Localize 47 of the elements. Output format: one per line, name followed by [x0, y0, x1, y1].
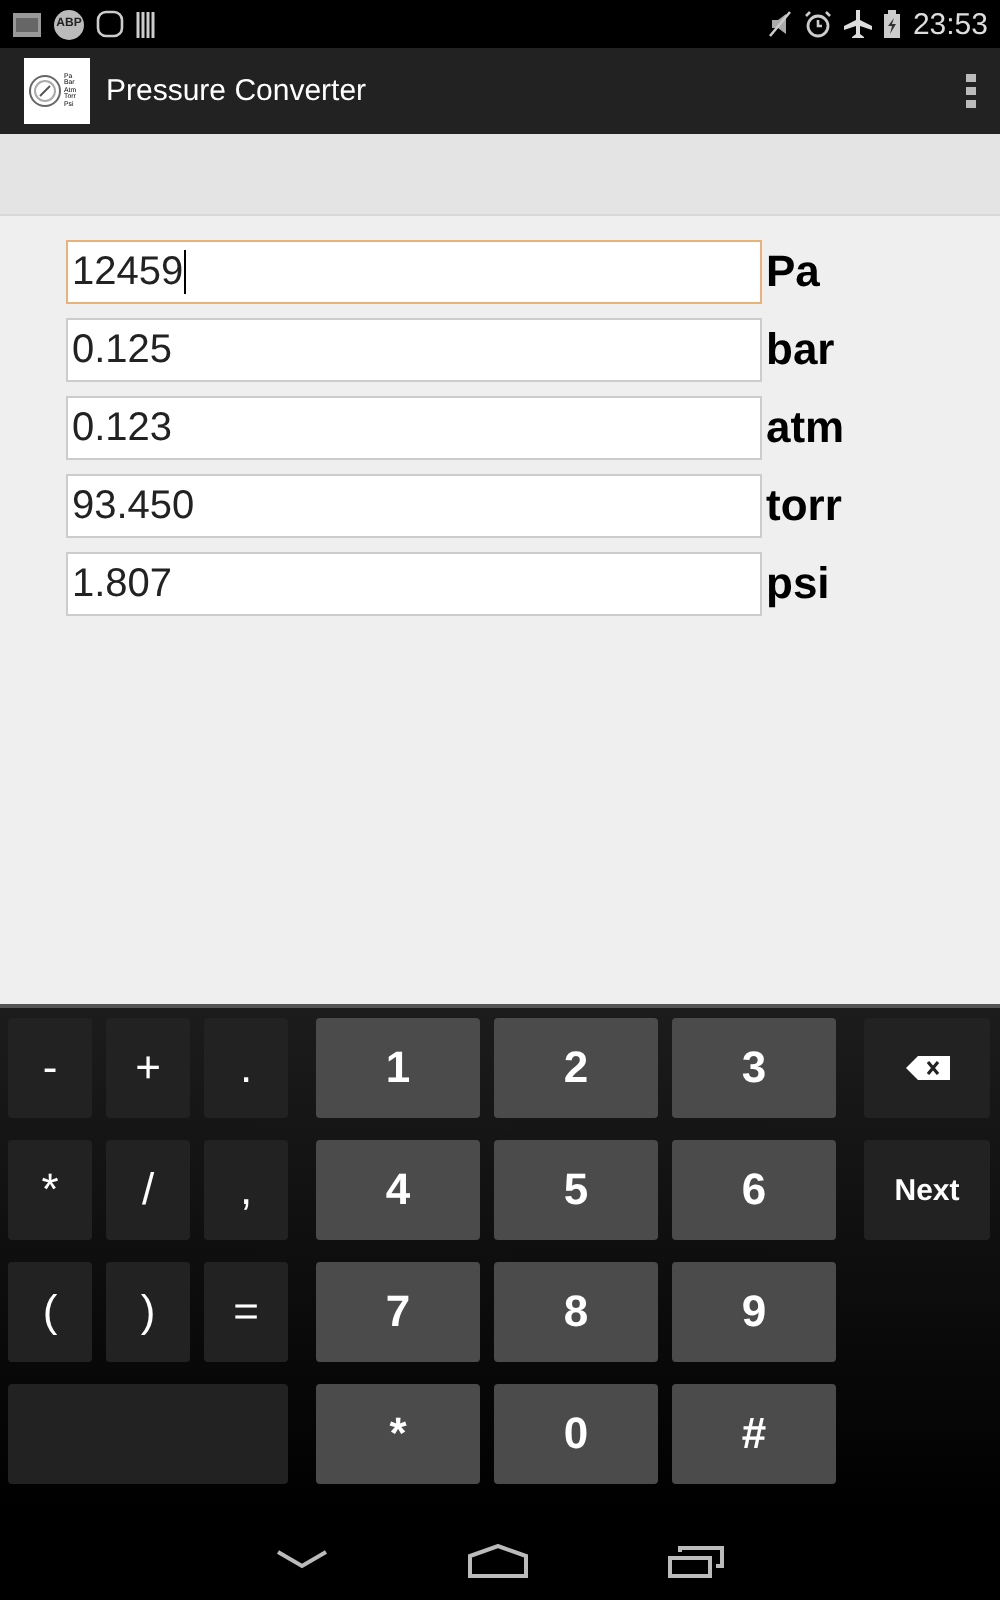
keyboard-key[interactable]: 1	[316, 1018, 480, 1118]
unit-label: Pa	[766, 246, 820, 298]
value-field[interactable]: 0.125	[66, 318, 762, 382]
unit-label: torr	[766, 480, 842, 532]
value-field[interactable]: 12459	[66, 240, 762, 304]
clock-time: 23:53	[912, 7, 988, 41]
keyboard-key[interactable]: 3	[672, 1018, 836, 1118]
keyboard-key[interactable]: =	[204, 1262, 288, 1362]
unit-label: bar	[766, 324, 835, 376]
battery-icon	[884, 10, 901, 38]
home-icon[interactable]	[468, 1543, 528, 1577]
back-chevron-icon[interactable]	[276, 1550, 328, 1570]
keyboard-key[interactable]: *	[8, 1140, 92, 1240]
keyboard-key[interactable]: +	[106, 1018, 190, 1118]
barcode-icon	[136, 11, 156, 37]
keyboard-key[interactable]: 7	[316, 1262, 480, 1362]
rounded-square-icon	[96, 10, 124, 38]
keyboard-key[interactable]: 9	[672, 1262, 836, 1362]
overflow-menu-icon[interactable]	[966, 74, 976, 108]
value-field[interactable]: 0.123	[66, 396, 762, 460]
keyboard-key[interactable]: *	[316, 1384, 480, 1484]
keyboard-key[interactable]: 8	[494, 1262, 658, 1362]
backspace-icon	[905, 1056, 949, 1080]
keyboard-key[interactable]: 4	[316, 1140, 480, 1240]
keyboard-key[interactable]: #	[672, 1384, 836, 1484]
alarm-clock-icon	[804, 10, 833, 38]
keyboard-key[interactable]: (	[8, 1262, 92, 1362]
keyboard-key[interactable]: )	[106, 1262, 190, 1362]
keyboard-key[interactable]: ,	[204, 1140, 288, 1240]
keyboard-key[interactable]: 0	[494, 1384, 658, 1484]
unit-label: psi	[766, 558, 830, 610]
keyboard-key[interactable]: 5	[494, 1140, 658, 1240]
keyboard-key[interactable]: /	[106, 1140, 190, 1240]
value-field[interactable]: 93.450	[66, 474, 762, 538]
keyboard-key[interactable]: 2	[494, 1018, 658, 1118]
recent-apps-icon[interactable]	[668, 1543, 724, 1577]
backspace-key[interactable]	[864, 1018, 990, 1118]
keyboard-key[interactable]: .	[204, 1018, 288, 1118]
keyboard-key[interactable]: 6	[672, 1140, 836, 1240]
image-notification-icon	[12, 11, 42, 37]
unit-label: atm	[766, 402, 845, 454]
keyboard-key[interactable]: Next	[864, 1140, 990, 1240]
airplane-icon	[844, 10, 873, 38]
value-field[interactable]: 1.807	[66, 552, 762, 616]
keyboard-key[interactable]: -	[8, 1018, 92, 1118]
app-title: Pressure Converter	[106, 74, 369, 108]
muted-speaker-icon	[768, 10, 793, 38]
